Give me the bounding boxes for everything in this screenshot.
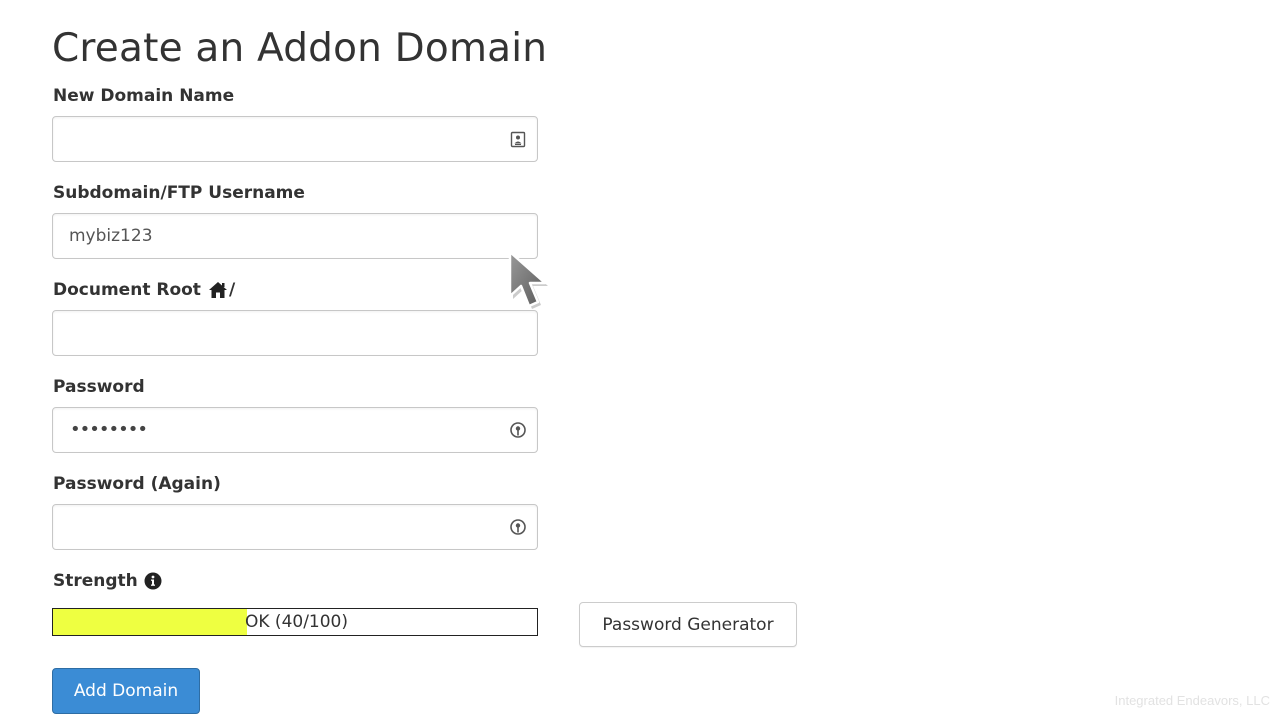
new-domain-label-text: New Domain Name xyxy=(53,86,235,106)
new-domain-field[interactable] xyxy=(52,116,538,162)
watermark: Integrated Endeavors, LLC xyxy=(1114,693,1270,708)
password-label-text: Password xyxy=(53,377,145,397)
password-masked-value[interactable]: •••••••• xyxy=(53,410,148,450)
document-root-suffix: / xyxy=(228,280,236,300)
password-again-field[interactable] xyxy=(52,504,538,550)
subdomain-label: Subdomain/FTP Username xyxy=(53,183,305,203)
key-icon[interactable] xyxy=(509,518,527,536)
password-field[interactable]: •••••••• xyxy=(52,407,538,453)
mouse-cursor-icon xyxy=(508,250,548,309)
strength-meter-text: OK (40/100) xyxy=(245,612,349,632)
strength-label-text: Strength xyxy=(53,571,138,591)
document-root-label: Document Root / xyxy=(53,280,235,300)
password-again-label-text: Password (Again) xyxy=(53,474,221,494)
key-icon[interactable] xyxy=(509,421,527,439)
add-domain-button[interactable]: Add Domain xyxy=(52,668,200,714)
password-again-input[interactable] xyxy=(53,507,489,547)
strength-meter-fill xyxy=(53,609,247,635)
document-root-field[interactable] xyxy=(52,310,538,356)
home-icon xyxy=(208,281,228,299)
password-label: Password xyxy=(53,377,145,397)
contact-card-icon[interactable] xyxy=(509,130,527,148)
info-circle-icon[interactable] xyxy=(144,572,162,590)
new-domain-input[interactable] xyxy=(53,119,489,159)
page-title: Create an Addon Domain xyxy=(52,26,548,71)
password-again-label: Password (Again) xyxy=(53,474,221,494)
subdomain-label-text: Subdomain/FTP Username xyxy=(53,183,305,203)
document-root-input[interactable] xyxy=(53,313,489,353)
new-domain-label: New Domain Name xyxy=(53,86,234,106)
document-root-label-text: Document Root xyxy=(53,280,201,300)
subdomain-field[interactable] xyxy=(52,213,538,259)
password-strength-meter: OK (40/100) xyxy=(52,608,538,636)
strength-label: Strength xyxy=(53,571,162,591)
addon-domain-page: Create an Addon Domain New Domain Name S… xyxy=(0,0,1280,720)
password-generator-button[interactable]: Password Generator xyxy=(579,602,797,647)
subdomain-input[interactable] xyxy=(53,216,489,256)
top-cutoff-fragment xyxy=(52,0,162,2)
